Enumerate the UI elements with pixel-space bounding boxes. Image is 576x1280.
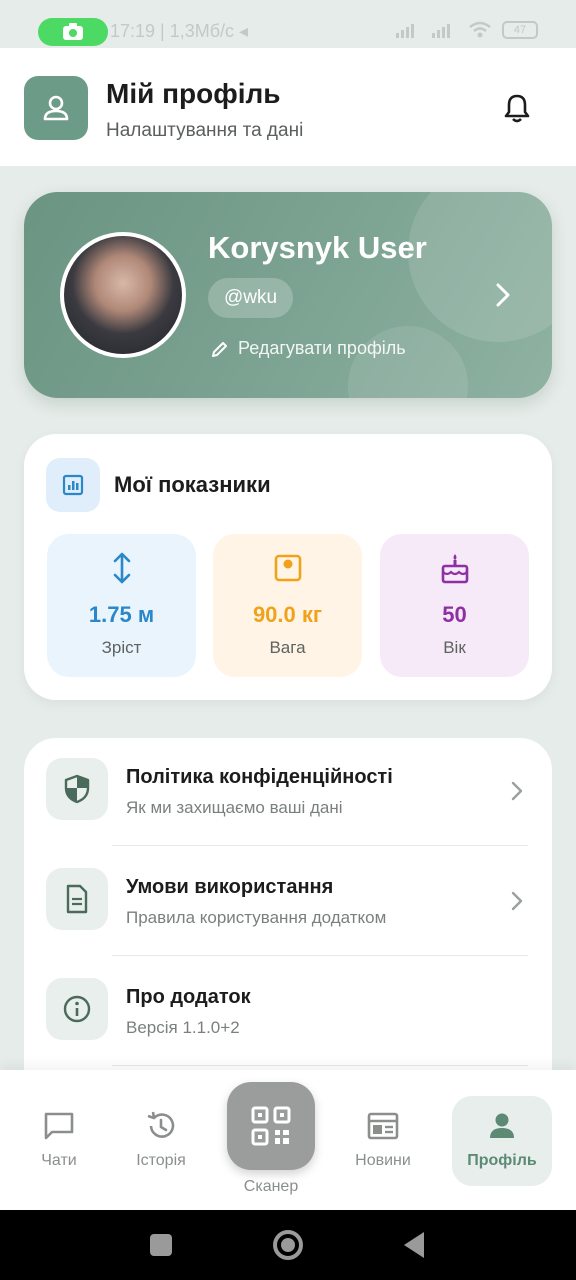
screen-record-indicator[interactable] [38,18,108,46]
system-navigation-bar [0,1210,576,1280]
home-dot [281,1238,295,1252]
home-button[interactable] [273,1230,303,1260]
menu-item-subtitle: Як ми захищаємо ваші дані [126,798,343,817]
menu-item-title: Умови використання [126,876,334,898]
history-icon [143,1108,179,1144]
pencil-icon [212,341,227,357]
nav-profile[interactable]: Профіль [452,1096,552,1186]
avatar [60,232,186,358]
divider [112,955,528,956]
person-outline-icon [43,95,69,121]
nav-history[interactable]: Історія [111,1096,211,1186]
chevron-right-icon [511,781,523,801]
height-arrows-icon [104,550,140,586]
header-avatar [24,76,88,140]
document-icon [46,868,108,930]
page-subtitle: Налаштування та дані [106,120,304,141]
metric-tile-weight: 90.0 кг Вага [213,534,362,677]
decor-circle [348,326,468,398]
metric-value: 1.75 м [88,602,155,627]
info-icon [46,978,108,1040]
menu-item-title: Про додаток [126,986,251,1008]
nav-chats[interactable]: Чати [9,1096,109,1186]
username-badge: @wku [208,278,294,318]
settings-menu: Політика конфіденційності Як ми захищаєм… [24,738,552,1098]
menu-item-subtitle: Правила користування додатком [126,908,387,927]
analytics-icon [46,458,100,512]
shield-icon [46,758,108,820]
metric-value: 50 [442,602,467,627]
nav-label: Чати [41,1152,77,1169]
menu-item-about[interactable]: Про додаток Версія 1.1.0+2 [24,958,552,1068]
metrics-card: Мої показники 1.75 м Зріст 90.0 кг Вага … [24,434,552,700]
notification-bell-icon[interactable] [500,92,534,126]
metrics-title: Мої показники [114,472,271,497]
metric-label: Вага [269,638,306,657]
chevron-right-icon[interactable] [492,282,514,308]
recents-button[interactable] [150,1234,172,1256]
qr-code-icon [251,1106,291,1146]
menu-item-title: Політика конфіденційності [126,766,393,788]
profile-name: Korysnyk User [208,230,427,265]
wifi-icon [469,21,491,38]
profile-card[interactable]: Korysnyk User @wku Редагувати профіль [24,192,552,398]
metric-value: 90.0 кг [252,602,323,627]
divider [112,1065,528,1066]
signal-icon [396,24,414,38]
cake-icon [437,550,473,586]
nav-label-scanner: Сканер [243,1178,299,1195]
status-time: 17:19 | 1,3Мб/с ◂ [110,21,249,41]
page-title: Мій профіль [106,78,281,109]
nav-label: Новини [355,1152,411,1169]
metric-label: Вік [443,638,466,657]
metric-tile-height: 1.75 м Зріст [47,534,196,677]
menu-item-subtitle: Версія 1.1.0+2 [126,1018,240,1037]
nav-label: Профіль [467,1152,537,1169]
status-icons: 47 [396,21,538,39]
edit-profile-link[interactable]: Редагувати профіль [210,338,406,359]
nav-news[interactable]: Новини [333,1096,433,1186]
scale-icon [270,550,306,586]
menu-item-terms[interactable]: Умови використання Правила користування … [24,848,552,958]
menu-item-privacy[interactable]: Політика конфіденційності Як ми захищаєм… [24,738,552,848]
camera-icon [63,23,83,40]
decor-circle [408,192,552,342]
bottom-navigation: Чати Історія Сканер Новини Профіль [0,1070,576,1210]
metric-tile-age: 50 Вік [380,534,529,677]
signal-icon-2 [432,24,450,38]
edit-profile-label: Редагувати профіль [238,338,406,358]
app-header: Мій профіль Налаштування та дані [0,48,576,166]
battery-icon: 47 [502,21,538,39]
chevron-right-icon [511,891,523,911]
divider [112,845,528,846]
newspaper-icon [365,1108,401,1144]
metric-label: Зріст [101,638,142,657]
scanner-button[interactable] [227,1082,315,1170]
nav-label: Історія [136,1152,186,1169]
back-button[interactable] [404,1232,424,1258]
avatar-photo [64,236,182,354]
chat-bubble-icon [41,1108,77,1144]
person-icon [484,1108,520,1144]
status-bar: 17:19 | 1,3Мб/с ◂ 47 [0,0,576,48]
